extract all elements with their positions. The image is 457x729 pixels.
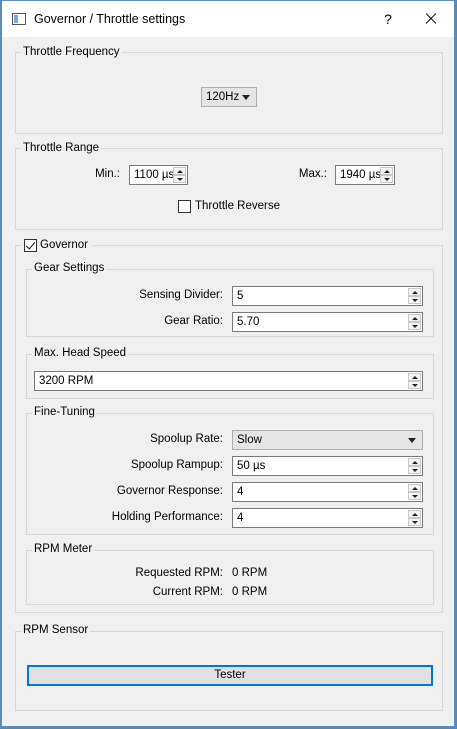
- rpm-meter-group: [26, 550, 434, 605]
- governor-response-spinbox[interactable]: 4: [232, 482, 423, 502]
- max-label: Max.:: [298, 168, 327, 180]
- spin-up-icon[interactable]: [408, 510, 421, 518]
- spin-down-icon[interactable]: [408, 296, 421, 304]
- frequency-select[interactable]: 120Hz: [201, 87, 257, 107]
- throttle-frequency-title: Throttle Frequency: [21, 46, 122, 58]
- spin-down-icon[interactable]: [408, 492, 421, 500]
- governor-checkbox[interactable]: [24, 239, 37, 252]
- tester-button[interactable]: Tester: [27, 665, 433, 686]
- throttle-range-group: [15, 148, 443, 230]
- holding-performance-value: 4: [237, 512, 244, 524]
- spin-down-icon[interactable]: [408, 381, 421, 389]
- close-icon[interactable]: [416, 5, 446, 33]
- min-value: 1100 µs: [134, 169, 175, 181]
- requested-rpm-label: Requested RPM:: [135, 567, 223, 579]
- spin-up-icon[interactable]: [408, 288, 421, 296]
- spin-up-icon[interactable]: [380, 167, 393, 175]
- chevron-down-icon: [242, 95, 250, 100]
- spoolup-rampup-label: Spoolup Rampup:: [130, 459, 223, 471]
- spin-down-icon[interactable]: [380, 175, 393, 183]
- rpm-meter-title: RPM Meter: [32, 543, 95, 555]
- requested-rpm-value: 0 RPM: [232, 567, 268, 579]
- spin-up-icon[interactable]: [408, 373, 421, 381]
- min-spinbox[interactable]: 1100 µs: [129, 165, 188, 185]
- spin-up-icon[interactable]: [408, 458, 421, 466]
- current-rpm-label: Current RPM:: [152, 586, 223, 598]
- spin-down-icon[interactable]: [173, 175, 186, 183]
- sensing-divider-value: 5: [237, 290, 244, 302]
- sensing-divider-spinbox[interactable]: 5: [232, 286, 423, 306]
- rpm-sensor-title: RPM Sensor: [21, 624, 91, 636]
- head-speed-value: 3200 RPM: [39, 375, 94, 387]
- spin-up-icon[interactable]: [408, 314, 421, 322]
- max-spinbox[interactable]: 1940 µs: [335, 165, 395, 185]
- current-rpm-value: 0 RPM: [232, 586, 268, 598]
- frequency-value: 120Hz: [206, 91, 240, 103]
- spoolup-rate-label: Spoolup Rate:: [150, 433, 223, 445]
- min-label: Min.:: [95, 168, 120, 180]
- chevron-down-icon: [408, 438, 416, 443]
- spin-down-icon[interactable]: [408, 322, 421, 330]
- gear-ratio-spinbox[interactable]: 5.70: [232, 312, 423, 332]
- spoolup-rampup-spinbox[interactable]: 50 µs: [232, 456, 423, 476]
- gear-ratio-value: 5.70: [237, 316, 260, 328]
- spoolup-rate-select[interactable]: Slow: [232, 430, 423, 450]
- spin-up-icon[interactable]: [173, 167, 186, 175]
- throttle-reverse-label: Throttle Reverse: [195, 200, 281, 212]
- spin-down-icon[interactable]: [408, 466, 421, 474]
- holding-performance-spinbox[interactable]: 4: [232, 508, 423, 528]
- throttle-reverse-checkbox[interactable]: [178, 200, 191, 213]
- window-title: Governor / Throttle settings: [34, 12, 186, 26]
- head-speed-title: Max. Head Speed: [32, 347, 129, 359]
- max-value: 1940 µs: [340, 169, 382, 181]
- holding-performance-label: Holding Performance:: [111, 511, 223, 523]
- sensing-divider-label: Sensing Divider:: [139, 289, 223, 301]
- app-window-icon: [12, 13, 26, 25]
- title-bar[interactable]: Governor / Throttle settings ?: [2, 1, 454, 37]
- settings-dialog: Governor / Throttle settings ? Throttle …: [1, 0, 455, 727]
- throttle-range-title: Throttle Range: [21, 142, 102, 154]
- gear-settings-title: Gear Settings: [32, 262, 107, 274]
- help-button[interactable]: ?: [374, 5, 402, 33]
- fine-tuning-title: Fine-Tuning: [32, 406, 97, 418]
- governor-response-value: 4: [237, 486, 244, 498]
- spin-up-icon[interactable]: [408, 484, 421, 492]
- head-speed-spinbox[interactable]: 3200 RPM: [34, 371, 423, 391]
- gear-ratio-label: Gear Ratio:: [164, 315, 223, 327]
- governor-label: Governor: [40, 239, 88, 251]
- governor-response-label: Governor Response:: [116, 485, 223, 497]
- spoolup-rate-value: Slow: [237, 434, 262, 446]
- spoolup-rampup-value: 50 µs: [237, 460, 266, 472]
- spin-down-icon[interactable]: [408, 518, 421, 526]
